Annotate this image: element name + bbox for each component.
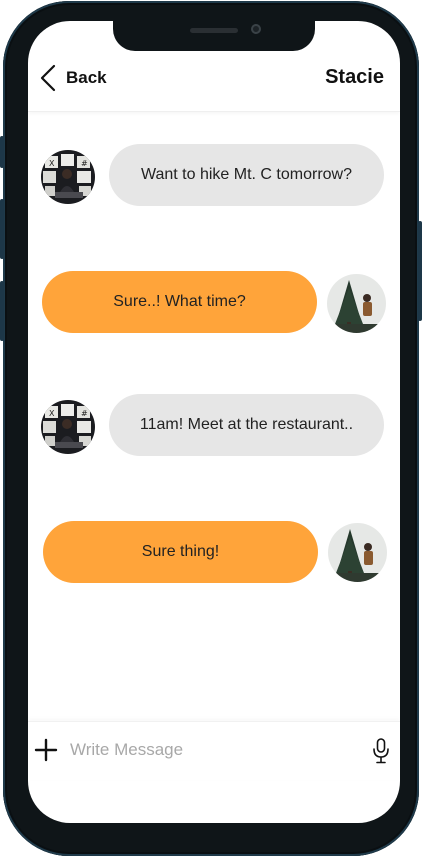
power-button — [418, 221, 422, 321]
message-row: Sure thing! — [28, 521, 400, 585]
back-label: Back — [66, 68, 107, 87]
user-avatar[interactable] — [328, 523, 387, 582]
outgoing-message-bubble[interactable]: Sure..! What time? — [42, 271, 317, 333]
svg-text:X: X — [49, 159, 55, 168]
message-row: X # Want to hike Mt. C tomorrow? — [28, 144, 400, 208]
message-text: Sure thing! — [141, 543, 220, 560]
microphone-button[interactable] — [372, 738, 390, 764]
front-camera — [251, 24, 261, 34]
contact-avatar[interactable]: X # — [41, 400, 95, 454]
plus-icon — [34, 738, 58, 762]
svg-text:#: # — [81, 159, 88, 168]
volume-up-button — [0, 199, 4, 259]
chat-screen: Back Stacie X # Want to hike Mt. C tomor… — [28, 21, 400, 823]
mute-switch — [0, 136, 4, 168]
message-input[interactable] — [70, 736, 350, 764]
speaker-grille — [190, 28, 238, 33]
notch — [113, 21, 315, 51]
incoming-message-bubble[interactable]: 11am! Meet at the restaurant.. — [109, 394, 384, 456]
message-text: 11am! Meet at the restaurant.. — [139, 416, 354, 433]
incoming-message-bubble[interactable]: Want to hike Mt. C tomorrow? — [109, 144, 384, 206]
message-row: Sure..! What time? — [28, 271, 400, 335]
svg-text:#: # — [81, 409, 88, 418]
add-attachment-button[interactable] — [34, 738, 58, 762]
outgoing-message-bubble[interactable]: Sure thing! — [43, 521, 318, 583]
message-text: Want to hike Mt. C tomorrow? — [140, 166, 353, 183]
microphone-icon — [373, 738, 389, 764]
user-avatar[interactable] — [327, 274, 386, 333]
volume-down-button — [0, 281, 4, 341]
contact-avatar[interactable]: X # — [41, 150, 95, 204]
chevron-left-icon — [40, 64, 56, 92]
message-row: X # 11am! Meet at the restaurant.. — [28, 394, 400, 458]
phone-frame: Back Stacie X # Want to hike Mt. C tomor… — [0, 1, 422, 856]
chat-header: Back Stacie — [28, 57, 400, 112]
svg-text:X: X — [49, 409, 55, 418]
back-button[interactable]: Back — [40, 63, 107, 93]
contact-name: Stacie — [325, 66, 384, 88]
message-text: Sure..! What time? — [113, 293, 246, 310]
message-composer — [28, 721, 400, 780]
